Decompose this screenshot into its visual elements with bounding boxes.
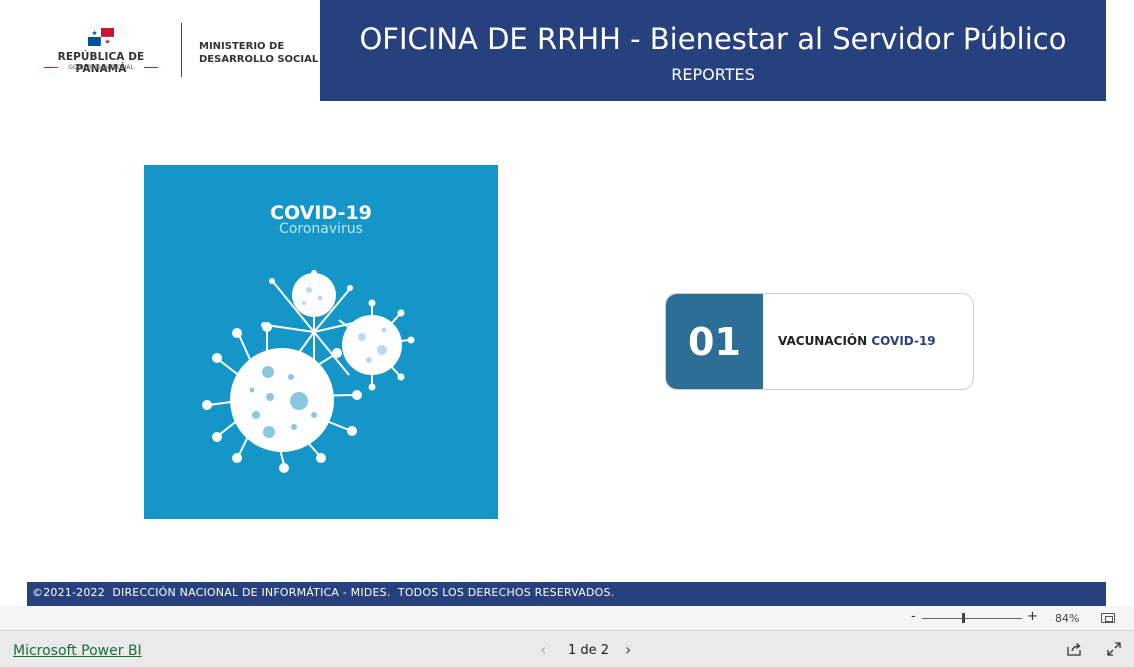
ministry-line-1: MINISTERIO DE xyxy=(199,41,285,52)
report-page: REPÚBLICA DE PANAMÁ GOBIERNO NACIONAL MI… xyxy=(0,0,1134,667)
next-page-button[interactable]: › xyxy=(625,640,631,659)
fullscreen-icon[interactable] xyxy=(1106,641,1122,657)
page-indicator: 1 de 2 xyxy=(568,643,610,658)
report-label-prefix: VACUNACIÓN xyxy=(778,334,868,348)
zoom-slider-thumb[interactable] xyxy=(962,613,965,623)
header-banner: OFICINA DE RRHH - Bienestar al Servidor … xyxy=(320,0,1106,101)
report-card-vacunacion[interactable]: 01 VACUNACIÓN COVID-19 xyxy=(665,293,974,390)
panama-flag-icon xyxy=(88,28,114,46)
ministry-logo: REPÚBLICA DE PANAMÁ GOBIERNO NACIONAL MI… xyxy=(0,0,320,100)
government-name: GOBIERNO NACIONAL xyxy=(68,64,134,71)
powerbi-link[interactable]: Microsoft Power BI xyxy=(13,643,142,659)
page-title: OFICINA DE RRHH - Bienestar al Servidor … xyxy=(359,22,1067,56)
divider-right xyxy=(144,67,158,68)
zoom-slider-track[interactable] xyxy=(922,618,1022,619)
report-number: 01 xyxy=(688,320,741,364)
zoom-toolbar: - + 84% xyxy=(0,606,1134,630)
copyright-text: ©2021-2022 DIRECCIÓN NACIONAL DE INFORMÁ… xyxy=(32,586,615,599)
zoom-in-button[interactable]: + xyxy=(1027,609,1038,624)
report-label-accent: COVID-19 xyxy=(871,334,936,348)
report-number-box: 01 xyxy=(666,294,763,389)
share-icon[interactable] xyxy=(1066,641,1082,657)
footer-banner: ©2021-2022 DIRECCIÓN NACIONAL DE INFORMÁ… xyxy=(27,582,1106,606)
fit-to-page-icon[interactable] xyxy=(1101,613,1115,623)
page-subtitle: REPORTES xyxy=(671,65,755,84)
powerbi-bottom-bar: Microsoft Power BI ‹ 1 de 2 › xyxy=(0,630,1134,667)
covid-illustration: COVID-19 Coronavirus xyxy=(144,165,498,519)
zoom-level: 84% xyxy=(1055,612,1080,625)
ministry-line-2: DESARROLLO SOCIAL xyxy=(199,53,319,65)
report-label: VACUNACIÓN COVID-19 xyxy=(778,334,936,348)
ministry-name: MINISTERIO DE DESARROLLO SOCIAL xyxy=(199,41,318,66)
previous-page-button[interactable]: ‹ xyxy=(540,640,546,659)
logo-divider xyxy=(181,23,182,77)
covid-subtitle: Coronavirus xyxy=(279,221,363,237)
zoom-out-button[interactable]: - xyxy=(911,609,916,624)
republic-name: REPÚBLICA DE PANAMÁ xyxy=(57,51,145,75)
